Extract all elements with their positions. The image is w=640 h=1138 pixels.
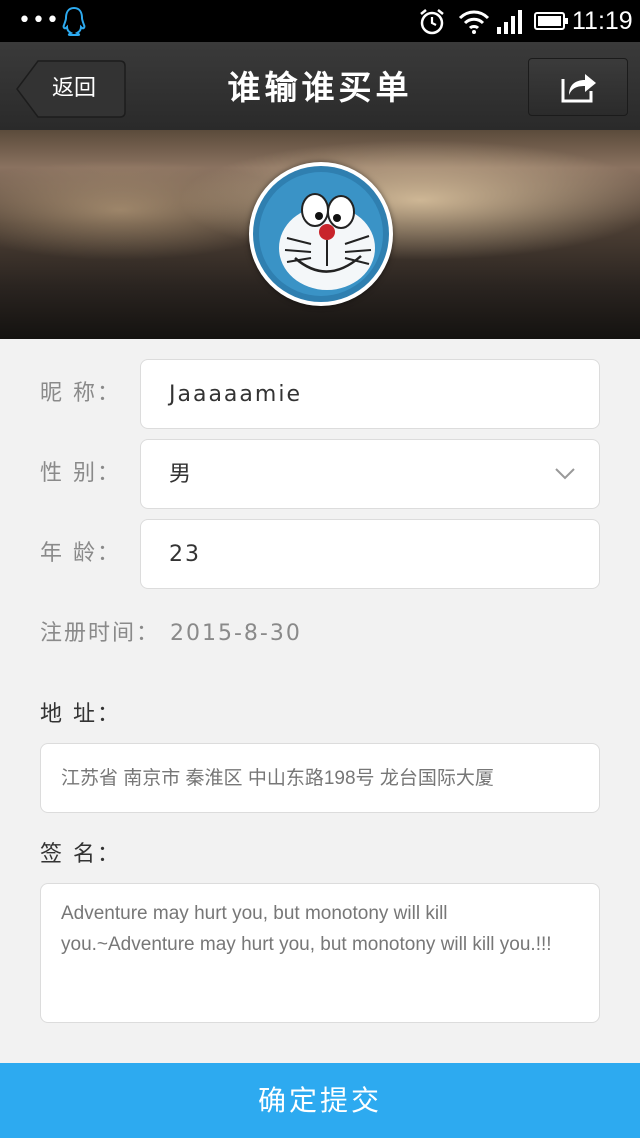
gender-select[interactable]: 男	[140, 439, 600, 509]
signature-label: 签 名：	[40, 842, 121, 867]
profile-header-banner	[0, 130, 640, 339]
gender-label: 性 别：	[40, 461, 121, 486]
address-label: 地 址：	[40, 702, 121, 727]
nav-bar: 返回 谁输谁买单	[0, 42, 640, 131]
signal-icon	[497, 10, 522, 34]
status-bar: ••• 11:19	[0, 0, 640, 42]
nickname-field[interactable]: Jaaaaamie	[140, 359, 600, 429]
status-time: 11:19	[572, 7, 633, 35]
signature-line-1: Adventure may hurt you, but monotony wil…	[61, 903, 448, 924]
age-value: 23	[169, 542, 201, 567]
avatar[interactable]	[249, 162, 393, 306]
signature-textarea[interactable]: Adventure may hurt you, but monotony wil…	[40, 883, 600, 1023]
address-field[interactable]: 江苏省 南京市 秦淮区 中山东路198号 龙台国际大厦	[40, 743, 600, 813]
qq-icon	[62, 6, 86, 36]
address-value: 江苏省 南京市 秦淮区 中山东路198号 龙台国际大厦	[61, 768, 494, 789]
doraemon-avatar-image	[253, 166, 389, 302]
age-field[interactable]: 23	[140, 519, 600, 589]
share-button[interactable]	[528, 58, 628, 116]
wifi-icon	[458, 10, 490, 34]
nickname-value: Jaaaaamie	[169, 382, 302, 407]
battery-icon	[534, 12, 568, 30]
gender-value: 男	[169, 462, 194, 487]
registration-time-label: 注册时间：	[40, 621, 161, 646]
nickname-label: 昵 称：	[40, 381, 121, 406]
alarm-icon	[420, 9, 444, 35]
chevron-down-icon	[555, 468, 575, 480]
share-icon	[561, 74, 596, 103]
signature-line-2: you.~Adventure may hurt you, but monoton…	[61, 934, 552, 955]
age-label: 年 龄：	[40, 541, 121, 566]
notification-dots: •••	[18, 8, 60, 33]
submit-button[interactable]: 确定提交	[0, 1063, 640, 1138]
signature-value: Adventure may hurt you, but monotony wil…	[61, 898, 579, 960]
registration-time-value: 2015-8-30	[170, 621, 302, 646]
